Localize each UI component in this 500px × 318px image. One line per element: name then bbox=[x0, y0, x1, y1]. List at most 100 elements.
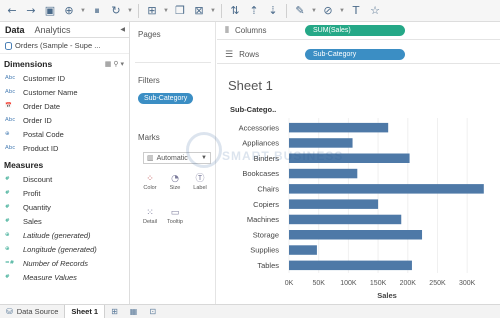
size-mark-button[interactable]: ◔ Size bbox=[164, 171, 186, 193]
measures-list: # Discount # Profit # Quantity # Sales ⊕ Latitude… bbox=[0, 172, 129, 284]
data-source-tab[interactable]: ⛁ Data Source bbox=[0, 305, 64, 318]
measure-item[interactable]: # Quantity bbox=[0, 200, 129, 214]
tab-analytics[interactable]: Analytics bbox=[30, 22, 76, 38]
database-icon bbox=[5, 41, 12, 50]
size-icon: ◔ bbox=[171, 173, 179, 184]
new-story-icon: ⊡ bbox=[149, 307, 157, 316]
sort-descending-icon[interactable]: ⇣ bbox=[265, 3, 281, 19]
measures-title: Measures bbox=[4, 160, 44, 170]
dimensions-title: Dimensions bbox=[4, 59, 53, 69]
chevron-down-icon[interactable]: ▼ bbox=[210, 8, 216, 14]
datasource-item[interactable]: Orders (Sample - Supe ... bbox=[0, 38, 129, 54]
bar-tables[interactable] bbox=[289, 260, 412, 271]
field-type-icon: 📅 bbox=[5, 103, 12, 109]
tab-data[interactable]: Data bbox=[0, 22, 30, 38]
field-type-icon: Abc bbox=[5, 117, 16, 123]
chevron-down-icon[interactable]: ▼ bbox=[311, 8, 317, 14]
field-label: Discount bbox=[23, 174, 53, 184]
dimension-item[interactable]: Abc Order ID bbox=[0, 113, 129, 127]
columns-shelf[interactable]: ⦀ Columns SUM(Sales) bbox=[217, 22, 500, 40]
dimension-item[interactable]: ⊕ Postal Code bbox=[0, 127, 129, 141]
measure-item[interactable]: =# Number of Records bbox=[0, 256, 129, 270]
bar-accessories[interactable] bbox=[289, 122, 389, 133]
bar-chairs[interactable] bbox=[289, 184, 484, 194]
swap-axes-icon[interactable]: ⇅ bbox=[227, 3, 243, 19]
back-arrow-icon[interactable]: ← bbox=[4, 3, 20, 19]
field-label: Product ID bbox=[23, 143, 59, 153]
bar-supplies[interactable] bbox=[289, 245, 317, 255]
data-source-label: Data Source bbox=[16, 307, 59, 316]
filter-pill-sub-category[interactable]: Sub-Category bbox=[138, 93, 194, 104]
field-label: Postal Code bbox=[23, 129, 64, 139]
category-label: Appliances bbox=[242, 139, 279, 148]
color-label: Color bbox=[143, 184, 157, 191]
field-label: Measure Values bbox=[23, 272, 77, 282]
save-icon[interactable]: ▣ bbox=[42, 3, 58, 19]
clear-sheet-icon[interactable]: ⊠ bbox=[191, 3, 207, 19]
rows-pill-sub-category[interactable]: Sub-Category bbox=[305, 49, 405, 60]
chevron-down-icon[interactable]: ▼ bbox=[163, 8, 169, 14]
chevron-down-icon[interactable]: ▼ bbox=[339, 8, 345, 14]
dimension-item[interactable]: Abc Product ID bbox=[0, 141, 129, 155]
new-dashboard-icon: ▦ bbox=[129, 307, 138, 316]
rows-shelf[interactable]: ☰ Rows Sub-Category bbox=[217, 46, 500, 64]
field-label: Longitude (generated) bbox=[23, 244, 97, 254]
label-label: Label bbox=[193, 184, 207, 191]
x-tick-label: 50K bbox=[312, 280, 325, 287]
color-mark-button[interactable]: ⁘ Color bbox=[139, 171, 161, 193]
bar-machines[interactable] bbox=[289, 214, 402, 225]
dimension-item[interactable]: 📅 Order Date bbox=[0, 99, 129, 113]
chevron-down-icon[interactable]: ▼ bbox=[80, 8, 86, 14]
chevron-down-icon[interactable]: ▼ bbox=[127, 8, 133, 14]
group-icon[interactable]: ⊘ bbox=[320, 3, 336, 19]
bar-appliances[interactable] bbox=[289, 138, 353, 148]
pages-card-divider bbox=[135, 62, 211, 63]
detail-mark-button[interactable]: ⁙ Detail bbox=[139, 205, 161, 227]
pause-updates-icon[interactable]: ⏸ bbox=[89, 3, 105, 19]
bar-binders[interactable] bbox=[289, 153, 410, 164]
tooltip-text-icon[interactable]: T bbox=[348, 3, 364, 19]
duplicate-sheet-icon[interactable]: ❐ bbox=[172, 3, 188, 19]
bar-bookcases[interactable] bbox=[289, 168, 358, 179]
dimension-item[interactable]: Abc Customer ID bbox=[0, 71, 129, 85]
data-pane-tabs: Data Analytics ◀ bbox=[0, 22, 129, 38]
measure-item[interactable]: # Discount bbox=[0, 172, 129, 186]
new-worksheet-icon[interactable]: ⊞ bbox=[144, 3, 160, 19]
rows-label: Rows bbox=[239, 50, 260, 59]
category-label: Binders bbox=[254, 154, 280, 163]
measure-item[interactable]: # Measure Values bbox=[0, 270, 129, 284]
category-label: Bookcases bbox=[242, 169, 279, 178]
chevron-left-icon[interactable]: ◀ bbox=[120, 26, 125, 33]
refresh-icon[interactable]: ↻ bbox=[108, 3, 124, 19]
dimensions-tools[interactable]: ▦⚲▾ bbox=[105, 60, 126, 68]
new-story-tab[interactable]: ⊡ bbox=[143, 305, 162, 318]
dimension-item[interactable]: Abc Customer Name bbox=[0, 85, 129, 99]
new-dashboard-tab[interactable]: ▦ bbox=[124, 305, 144, 318]
tooltip-mark-button[interactable]: ▭ Tooltip bbox=[164, 205, 186, 227]
sheet-1-tab[interactable]: Sheet 1 bbox=[64, 304, 106, 318]
forward-arrow-icon[interactable]: → bbox=[23, 3, 39, 19]
sheet-tab-label: Sheet 1 bbox=[71, 307, 99, 316]
bar-copiers[interactable] bbox=[289, 199, 379, 209]
field-type-icon: ⊕ bbox=[5, 246, 10, 252]
columns-pill-sum-sales[interactable]: SUM(Sales) bbox=[305, 25, 405, 36]
bar-chart: Sub-Catego.. Accessories Appliances Binders… bbox=[230, 105, 484, 300]
sort-ascending-icon[interactable]: ⇡ bbox=[246, 3, 262, 19]
tooltip-label: Tooltip bbox=[167, 218, 183, 225]
fix-axes-icon[interactable]: ☆ bbox=[367, 3, 383, 19]
new-data-source-icon[interactable]: ⊕ bbox=[61, 3, 77, 19]
label-mark-button[interactable]: Ⓣ Label bbox=[189, 171, 211, 193]
bar-storage[interactable] bbox=[289, 230, 423, 240]
measure-item[interactable]: ⊕ Latitude (generated) bbox=[0, 228, 129, 242]
measure-item[interactable]: ⊕ Longitude (generated) bbox=[0, 242, 129, 256]
detail-label: Detail bbox=[142, 218, 158, 225]
mark-type-select[interactable]: ▥ Automatic ▼ bbox=[143, 152, 211, 164]
new-worksheet-tab[interactable]: ⊞ bbox=[105, 305, 124, 318]
toolbar-divider bbox=[138, 3, 139, 18]
measure-item[interactable]: # Profit bbox=[0, 186, 129, 200]
field-type-icon: ⊕ bbox=[5, 232, 10, 238]
highlight-icon[interactable]: ✎ bbox=[292, 3, 308, 19]
pages-card-title: Pages bbox=[138, 30, 161, 39]
measure-item[interactable]: # Sales bbox=[0, 214, 129, 228]
x-tick-label: 0K bbox=[285, 280, 294, 287]
